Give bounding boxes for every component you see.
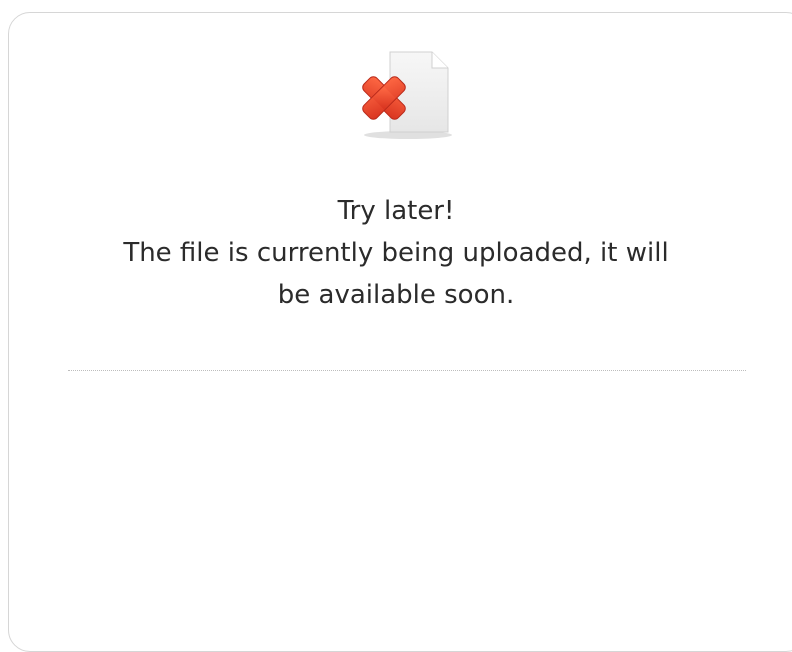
- message-line-1: The file is currently being uploaded, it…: [123, 238, 669, 268]
- file-error-icon: [350, 40, 460, 140]
- divider: [68, 370, 746, 371]
- message-title: Try later!: [337, 196, 455, 226]
- message-line-2: be available soon.: [277, 280, 515, 310]
- status-message: Try later! The file is currently being u…: [0, 190, 792, 316]
